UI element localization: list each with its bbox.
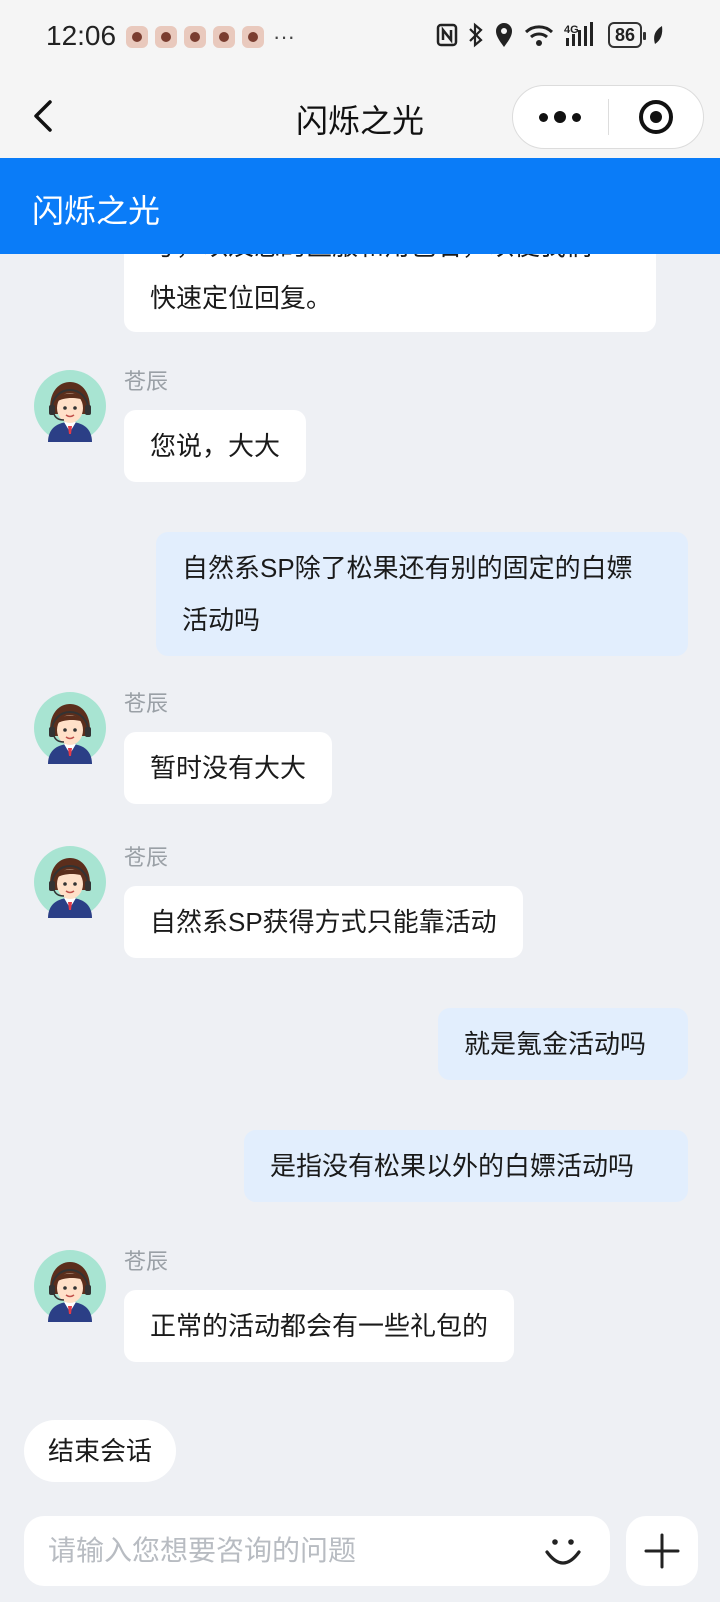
message-text: 活动吗 [182, 605, 261, 635]
cellular-4g-icon: 4G [564, 22, 593, 46]
agent-name: 苍辰 [124, 691, 169, 716]
app-notification-icon [155, 26, 177, 48]
bluetooth-icon [469, 22, 483, 48]
agent-message-bubble: 正常的活动都会有一些礼包的 [124, 1290, 515, 1362]
app-notification-icon [184, 26, 206, 48]
agent-name: 苍辰 [124, 369, 169, 394]
message-input[interactable] [48, 1516, 528, 1586]
leaf-icon [654, 26, 663, 44]
message-input-container [24, 1516, 610, 1586]
agent-name: 苍辰 [124, 845, 169, 870]
agent-avatar [34, 692, 106, 764]
agent-message-bubble: 暂时没有大大 [124, 732, 333, 804]
close-mini-program-button[interactable] [609, 85, 704, 149]
emoji-icon[interactable] [542, 1530, 584, 1572]
target-icon [638, 100, 673, 134]
navigation-bar: 闪烁之光 [0, 76, 720, 158]
wifi-icon [524, 25, 553, 46]
message-text: 号，以及您的区服和角色名，以便我们 [150, 254, 630, 272]
app-notification-icon [242, 26, 264, 48]
user-message-bubble: 自然系SP除了松果还有别的固定的白嫖 活动吗 [156, 532, 688, 656]
status-time: 12:06 [46, 20, 117, 51]
more-notifications-icon: ··· [273, 24, 295, 49]
plus-icon [644, 1533, 680, 1569]
agent-message-bubble: 您说，大大 [124, 410, 307, 482]
battery-icon: 86 [607, 22, 647, 48]
mini-program-capsule [512, 85, 704, 149]
status-bar: 12:06 ··· 4G 86 [0, 0, 720, 76]
message-text: 自然系SP除了松果还有别的固定的白嫖 [182, 553, 633, 583]
user-message-bubble: 是指没有松果以外的白嫖活动吗 [244, 1130, 688, 1202]
more-options-button[interactable] [513, 85, 608, 149]
chat-header-title: 闪烁之光 [32, 193, 161, 229]
chat-header: 闪烁之光 [0, 158, 720, 254]
app-notification-icon [213, 26, 235, 48]
nfc-icon [436, 23, 458, 47]
location-icon [495, 23, 512, 47]
user-message-bubble: 就是氪金活动吗 [438, 1008, 688, 1080]
agent-avatar [34, 370, 106, 442]
svg-text:4G: 4G [564, 24, 579, 36]
notification-icons: ··· [126, 26, 295, 48]
chat-message-list[interactable]: 号，以及您的区服和角色名，以便我们 快速定位回复。 苍辰 您说，大大 自然系SP… [0, 254, 720, 1402]
message-text: 快速定位回复。 [150, 283, 333, 313]
agent-avatar [34, 846, 106, 918]
end-session-button[interactable]: 结束会话 [24, 1420, 177, 1482]
agent-avatar [34, 1250, 106, 1322]
agent-message-bubble: 自然系SP获得方式只能靠活动 [124, 886, 523, 958]
agent-name: 苍辰 [124, 1249, 169, 1274]
app-notification-icon [126, 26, 148, 48]
agent-message-bubble: 号，以及您的区服和角色名，以便我们 快速定位回复。 [124, 254, 656, 332]
system-icons: 4G 86 [436, 22, 664, 48]
more-actions-button[interactable] [626, 1516, 698, 1586]
